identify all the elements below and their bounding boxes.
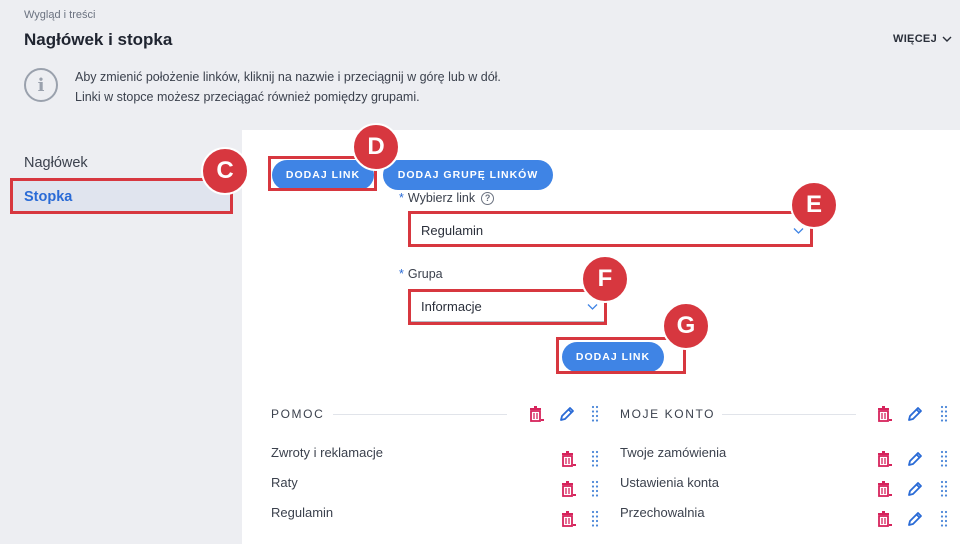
chevron-down-icon — [587, 304, 598, 310]
link-row-label[interactable]: Przechowalnia — [620, 505, 705, 520]
link-row-label[interactable]: Twoje zamówienia — [620, 445, 726, 460]
chevron-down-icon — [793, 228, 804, 234]
sidebar-item-naglowek[interactable]: Nagłówek — [12, 146, 232, 180]
page-title: Nagłówek i stopka — [24, 30, 173, 49]
annotation-badge-d: D — [352, 123, 400, 171]
sidebar-item-label: Stopka — [24, 189, 73, 205]
edit-link-icon[interactable] — [906, 480, 924, 498]
link-row-label[interactable]: Zwroty i reklamacje — [271, 445, 383, 460]
delete-link-icon[interactable] — [875, 450, 893, 468]
select-link-label: * Wybierz link? — [399, 191, 495, 205]
chevron-down-icon — [942, 36, 952, 42]
drag-handle-icon[interactable] — [591, 450, 599, 468]
add-link-group-button[interactable]: DODAJ GRUPĘ LINKÓW — [383, 160, 553, 190]
required-mark: * — [399, 267, 404, 281]
divider — [722, 414, 856, 415]
group-title-pomoc: POMOC — [271, 407, 325, 421]
annotation-badge-g: G — [662, 302, 710, 350]
required-mark: * — [399, 191, 404, 205]
link-row-label[interactable]: Raty — [271, 475, 298, 490]
main-panel — [242, 130, 960, 544]
delete-link-icon[interactable] — [559, 480, 577, 498]
select-link-value: Regulamin — [421, 223, 484, 238]
drag-handle-icon[interactable] — [940, 510, 948, 528]
edit-link-icon[interactable] — [906, 510, 924, 528]
group-title-moje-konto: MOJE KONTO — [620, 407, 716, 421]
info-text: Aby zmienić położenie linków, kliknij na… — [75, 67, 501, 107]
drag-handle-icon[interactable] — [940, 405, 948, 423]
drag-handle-icon[interactable] — [940, 450, 948, 468]
select-link-dropdown[interactable]: Regulamin — [411, 216, 810, 246]
breadcrumb[interactable]: Wygląd i treści — [24, 9, 95, 21]
delete-link-icon[interactable] — [875, 510, 893, 528]
delete-group-icon[interactable] — [875, 405, 893, 423]
info-line-2: Linki w stopce możesz przeciągać również… — [75, 90, 420, 104]
edit-group-icon[interactable] — [558, 405, 576, 423]
more-menu-label: WIĘCEJ — [893, 33, 937, 45]
select-link-label-text: Wybierz link — [407, 191, 476, 205]
info-icon: i — [24, 68, 58, 102]
drag-handle-icon[interactable] — [591, 480, 599, 498]
sidebar-item-label: Nagłówek — [24, 155, 88, 171]
sidebar-item-stopka[interactable]: Stopka — [12, 180, 232, 214]
annotation-badge-f: F — [581, 255, 629, 303]
submit-add-link-button[interactable]: DODAJ LINK — [562, 342, 664, 372]
info-line-1: Aby zmienić położenie linków, kliknij na… — [75, 70, 501, 84]
annotation-badge-e: E — [790, 181, 838, 229]
drag-handle-icon[interactable] — [591, 510, 599, 528]
edit-group-icon[interactable] — [906, 405, 924, 423]
link-row-label[interactable]: Ustawienia konta — [620, 475, 719, 490]
delete-group-icon[interactable] — [527, 405, 545, 423]
annotation-badge-c: C — [201, 147, 249, 195]
group-label: * Grupa — [399, 267, 443, 281]
drag-handle-icon[interactable] — [591, 405, 599, 423]
divider — [333, 414, 507, 415]
help-icon[interactable]: ? — [481, 191, 495, 205]
delete-link-icon[interactable] — [875, 480, 893, 498]
delete-link-icon[interactable] — [559, 510, 577, 528]
edit-link-icon[interactable] — [906, 450, 924, 468]
delete-link-icon[interactable] — [559, 450, 577, 468]
link-row-label[interactable]: Regulamin — [271, 505, 333, 520]
group-value: Informacje — [421, 299, 482, 314]
drag-handle-icon[interactable] — [940, 480, 948, 498]
group-label-text: Grupa — [407, 267, 443, 281]
more-menu-button[interactable]: WIĘCEJ — [893, 33, 952, 45]
group-dropdown[interactable]: Informacje — [411, 292, 604, 322]
